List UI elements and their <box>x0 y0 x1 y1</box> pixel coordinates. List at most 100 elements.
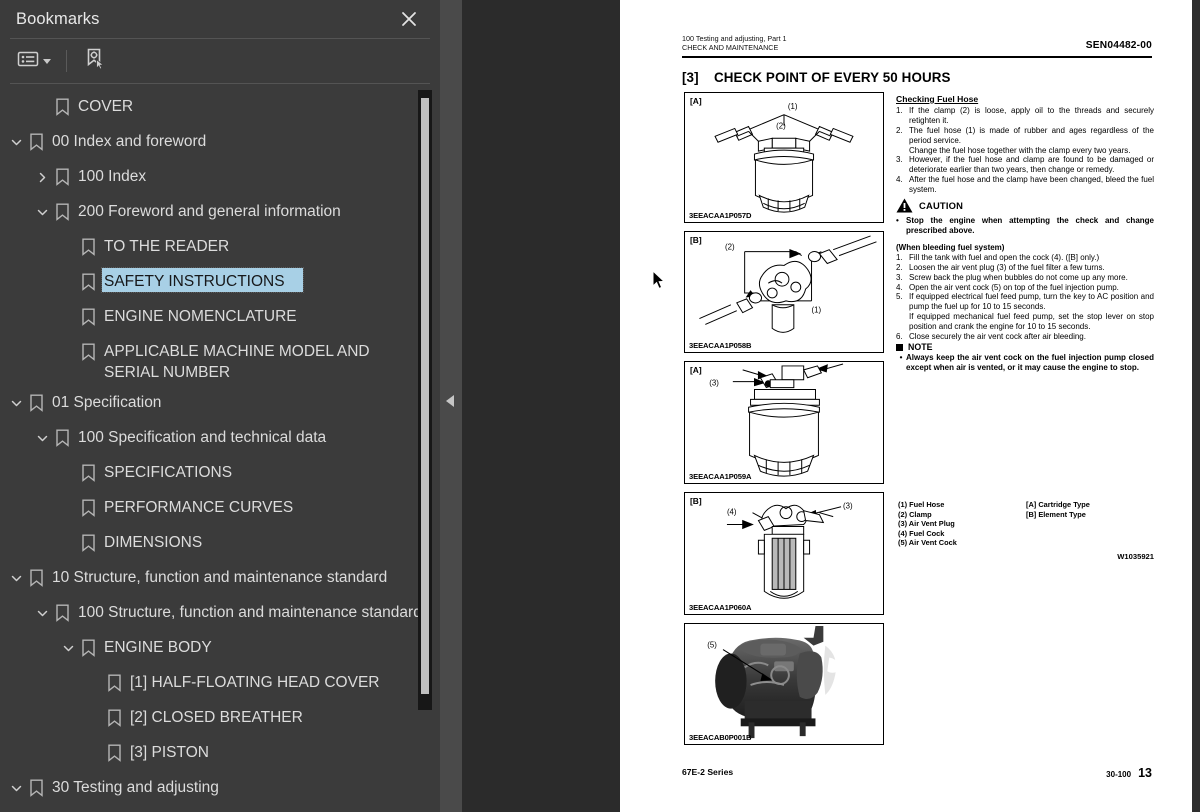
legend-entry: [B] Element Type <box>1026 509 1086 519</box>
bleeding-step-text: Screw back the plug when bubbles do not … <box>909 272 1128 282</box>
legend-right-column: [A] Cartridge Type [B] Element Type <box>1026 500 1154 548</box>
figure-3: (3) [A] 3EEACAA1P059A <box>684 361 884 484</box>
page-header-line2: CHECK AND MAINTENANCE <box>682 43 779 53</box>
svg-text:(4): (4) <box>727 508 737 517</box>
bookmark-icon <box>78 234 98 260</box>
bookmark-item[interactable]: 100 Index <box>0 160 440 195</box>
list-options-button[interactable] <box>12 46 56 76</box>
bookmark-item-label: 200 Foreword and general information <box>78 203 341 220</box>
bleeding-step-subtext: If equipped mechanical fuel feed pump, s… <box>909 312 1154 332</box>
chevron-down-icon[interactable] <box>6 775 26 801</box>
bookmark-icon <box>52 199 72 225</box>
chevron-right-icon[interactable] <box>32 164 52 190</box>
bleeding-step-item: 4. Open the air vent cock (5) on top of t… <box>896 283 1154 293</box>
bookmark-item[interactable]: ENGINE BODY <box>0 631 440 666</box>
bookmark-tree-scroll-area: COVER 00 Index and foreword 100 Index 200 F… <box>0 84 440 812</box>
figure-4-artwork: (4) (3) <box>685 493 883 614</box>
bookmark-item[interactable]: [3] PISTON <box>0 736 440 771</box>
new-bookmark-button[interactable] <box>77 46 111 76</box>
checking-step-item: 1. If the clamp (2) is loose, apply oil t… <box>896 106 1154 126</box>
legend-entry: (3) Air Vent Plug <box>898 519 955 529</box>
bookmark-item[interactable]: [2] CLOSED BREATHER <box>0 701 440 736</box>
bookmark-item[interactable]: PERFORMANCE CURVES <box>0 491 440 526</box>
bleeding-step-item: 3. Screw back the plug when bubbles do no… <box>896 273 1154 283</box>
bookmark-item[interactable]: 200 Foreword and general information <box>0 195 440 230</box>
bookmark-item-label: 100 Structure, function and maintenance … <box>78 604 422 621</box>
viewer-background <box>440 0 620 812</box>
svg-text:(1): (1) <box>788 102 798 111</box>
figure-3-id: 3EEACAA1P059A <box>689 472 752 481</box>
bookmark-item[interactable]: SAFETY INSTRUCTIONS <box>0 265 440 300</box>
chevron-down-icon[interactable] <box>6 565 26 591</box>
bookmark-item[interactable]: SPECIFICATIONS <box>0 456 440 491</box>
bookmark-item[interactable]: DIMENSIONS <box>0 526 440 561</box>
figure-3-tag: [A] <box>690 365 702 375</box>
bleeding-step-number: 2. <box>896 262 903 272</box>
svg-text:(3): (3) <box>843 502 853 511</box>
figure-5-artwork: (5) <box>685 624 883 744</box>
note-text-row: • Always keep the air vent cock on the f… <box>896 353 1154 373</box>
list-options-icon <box>17 50 39 73</box>
bookmark-item[interactable]: 100 Specification and technical data <box>0 421 440 456</box>
collapse-left-arrow-icon[interactable] <box>446 395 454 407</box>
legend-code: W1035921 <box>1117 552 1154 561</box>
chevron-down-icon[interactable] <box>6 129 26 155</box>
figure-4-tag: [B] <box>690 496 702 506</box>
bookmark-item[interactable]: 10 Structure, function and maintenance s… <box>0 561 440 596</box>
bookmark-item-label: 00 Index and foreword <box>52 133 207 150</box>
splitter-bar[interactable] <box>440 0 462 812</box>
bookmark-item[interactable]: 30 Testing and adjusting <box>0 771 440 806</box>
bookmark-icon <box>104 670 124 696</box>
checking-step-item: 2. The fuel hose (1) is made of rubber an… <box>896 126 1154 146</box>
note-text: Always keep the air vent cock on the fue… <box>906 352 1154 372</box>
bookmark-item[interactable]: [1] HALF-FLOATING HEAD COVER <box>0 666 440 701</box>
bookmark-item[interactable]: APPLICABLE MACHINE MODEL AND SERIAL NUMB… <box>0 335 440 386</box>
bookmark-item-label: ENGINE NOMENCLATURE <box>104 308 297 325</box>
chevron-down-icon[interactable] <box>32 600 52 626</box>
bookmark-item-label: [3] PISTON <box>130 744 209 761</box>
chevron-down-icon[interactable] <box>32 199 52 225</box>
footer-page-block: 30-100 13 <box>1106 766 1152 780</box>
bookmark-item[interactable]: COVER <box>0 90 440 125</box>
checking-step-text: The fuel hose (1) is made of rubber and … <box>909 125 1154 145</box>
bookmark-item-label: SPECIFICATIONS <box>104 464 233 481</box>
checking-step-text: However, if the fuel hose and clamp are … <box>909 155 1154 175</box>
page-title-section: [3] <box>682 70 699 85</box>
bleeding-heading: (When bleeding fuel system) <box>896 242 1005 252</box>
bookmark-item-label: PERFORMANCE CURVES <box>104 499 294 516</box>
chevron-down-icon[interactable] <box>58 635 78 661</box>
checking-step-number: 1. <box>896 105 903 115</box>
legend-entry: (1) Fuel Hose <box>898 500 945 509</box>
figure-2-tag: [B] <box>690 235 702 245</box>
svg-text:(3): (3) <box>709 379 719 388</box>
close-icon[interactable] <box>396 6 422 32</box>
bookmarks-scrollbar[interactable] <box>418 90 432 710</box>
figure-1: (1) (2) [A] 3EEACAA1P057D <box>684 92 884 223</box>
bookmarks-scrollbar-thumb[interactable] <box>421 98 429 694</box>
chevron-down-icon[interactable] <box>32 425 52 451</box>
panel-title: Bookmarks <box>16 9 100 28</box>
bookmark-item[interactable]: TO THE READER <box>0 230 440 265</box>
page-header-line1: 100 Testing and adjusting, Part 1 <box>682 34 787 43</box>
checking-step-subtext: Change the fuel hose together with the c… <box>909 145 1131 155</box>
bookmark-item-label: 01 Specification <box>52 394 162 411</box>
bookmark-item[interactable]: ENGINE NOMENCLATURE <box>0 300 440 335</box>
bookmark-icon <box>78 495 98 521</box>
bookmark-item[interactable]: 00 Index and foreword <box>0 125 440 160</box>
bookmark-icon <box>78 269 98 295</box>
bookmark-item-label: TO THE READER <box>104 238 230 255</box>
viewer-right-edge <box>1192 0 1200 812</box>
bookmark-item[interactable]: 100 Structure, function and maintenance … <box>0 596 440 631</box>
footer-series: 67E-2 Series <box>682 767 734 777</box>
chevron-down-icon[interactable] <box>6 390 26 416</box>
figure-2-artwork: (2) (1) <box>685 232 883 352</box>
bleeding-step-text: Open the air vent cock (5) on top of the… <box>909 282 1119 292</box>
bookmark-item[interactable]: 01 Specification <box>0 386 440 421</box>
caution-label: CAUTION <box>919 199 964 211</box>
figure-4: (4) (3) [B] 3EEACAA1P060A <box>684 492 884 615</box>
document-viewport[interactable]: 100 Testing and adjusting, Part 1 CHECK … <box>620 0 1192 812</box>
body-text-column: Checking Fuel Hose 1. If the clamp (2) is… <box>896 94 1154 373</box>
